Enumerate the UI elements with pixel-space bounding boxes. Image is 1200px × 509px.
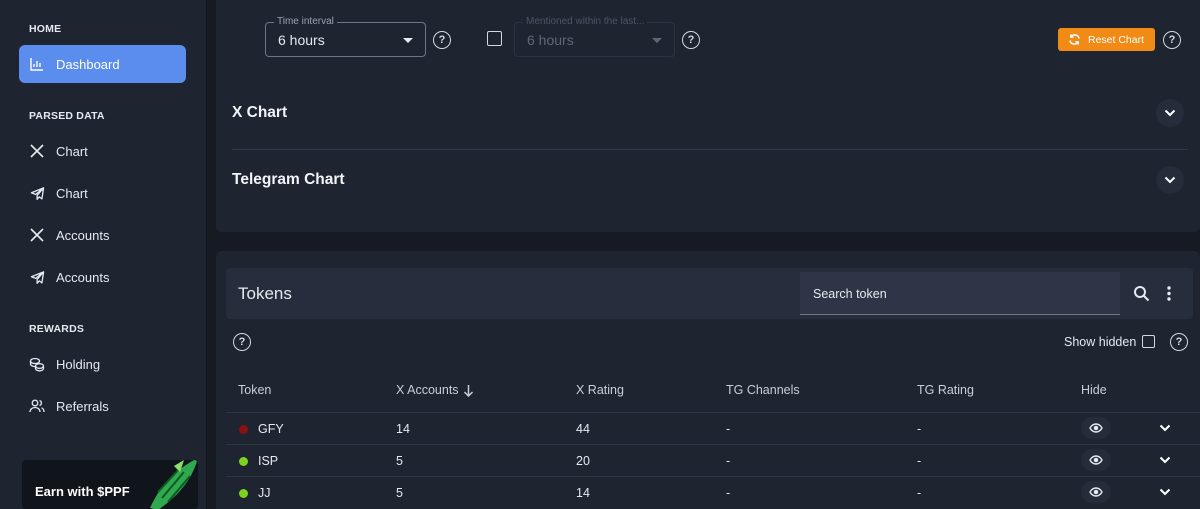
chevron-down-icon [1159,456,1171,464]
help-icon[interactable]: ? [433,31,451,49]
column-header-tg-channels[interactable]: TG Channels [726,383,800,397]
tg-rating-value: - [917,422,922,436]
x-rating-value: 20 [576,454,590,468]
tg-rating-value: - [917,454,922,468]
reset-chart-label: Reset Chart [1088,33,1145,46]
hide-toggle-button[interactable] [1081,449,1111,471]
rocket-icon [150,460,198,509]
status-dot [239,489,248,498]
caret-down-icon [652,38,662,43]
coins-icon [29,356,45,372]
mentioned-within-checkbox[interactable] [487,31,502,46]
sidebar-item-label: Chart [56,185,88,201]
chevron-down-icon [1164,109,1176,117]
show-hidden-checkbox[interactable] [1142,335,1155,348]
divider [232,149,1188,150]
x-logo-icon [29,143,45,159]
x-logo-icon [29,227,45,243]
hide-toggle-button[interactable] [1081,481,1111,503]
sidebar-item-telegram-chart[interactable]: Chart [19,174,186,212]
x-chart-expand-button[interactable] [1156,99,1184,127]
eye-icon [1089,455,1103,465]
token-symbol: GFY [258,422,284,436]
caret-down-icon [403,38,413,43]
time-interval-value: 6 hours [278,32,325,48]
telegram-icon [29,185,45,201]
chevron-down-icon [1164,176,1176,184]
x-accounts-value: 14 [396,422,410,436]
promo-banner[interactable]: Earn with $PPF [22,460,198,509]
sidebar-item-label: Accounts [56,227,110,243]
help-icon[interactable]: ? [1170,333,1188,351]
search-token-placeholder: Search token [813,287,887,301]
sidebar-item-label: Chart [56,143,88,159]
column-header-x-rating[interactable]: X Rating [576,383,624,397]
column-header-token[interactable]: Token [238,383,271,397]
row-expand-button[interactable] [1152,417,1178,439]
x-rating-value: 14 [576,486,590,500]
sidebar-item-holding[interactable]: Holding [19,345,186,383]
sidebar-item-x-chart[interactable]: Chart [19,132,186,170]
sidebar-item-label: Referrals [56,398,109,414]
mentioned-within-legend: Mentioned within the last... [523,16,648,27]
users-icon [29,398,45,414]
tokens-help-icon[interactable]: ? [233,333,251,351]
row-expand-button[interactable] [1152,481,1178,503]
chevron-down-icon [1159,488,1171,496]
status-dot [239,457,248,466]
refresh-icon [1068,33,1081,46]
search-icon[interactable] [1133,285,1150,307]
help-icon[interactable]: ? [1163,31,1181,49]
sidebar-item-x-accounts[interactable]: Accounts [19,216,186,254]
sidebar-item-label: Dashboard [56,56,120,72]
token-symbol: ISP [258,454,279,468]
time-interval-select[interactable]: Time interval 6 hours [265,16,426,57]
tg-channels-value: - [726,454,731,468]
sidebar-item-label: Holding [56,356,101,372]
telegram-chart-title[interactable]: Telegram Chart [232,171,345,189]
sidebar-section-parsed-data: PARSED DATA [29,110,105,122]
sidebar-item-dashboard[interactable]: Dashboard [19,45,186,83]
telegram-icon [29,269,45,285]
token-symbol: JJ [258,486,271,500]
telegram-chart-expand-button[interactable] [1156,166,1184,194]
chart-icon [29,56,45,72]
app-root: HOME Dashboard PARSED DATA Chart Chart A… [0,0,1200,509]
column-header-tg-rating[interactable]: TG Rating [917,383,974,397]
x-chart-title[interactable]: X Chart [232,104,287,122]
mentioned-within-value: 6 hours [527,32,574,48]
tg-channels-value: - [726,486,731,500]
sidebar-section-home: HOME [29,23,62,35]
divider [226,412,1200,413]
show-hidden-label: Show hidden [1064,335,1137,349]
sidebar-item-label: Accounts [56,269,110,285]
x-accounts-value: 5 [396,454,403,468]
sidebar: HOME Dashboard PARSED DATA Chart Chart A… [0,0,207,509]
more-vertical-icon[interactable] [1163,285,1175,307]
eye-icon [1089,423,1103,433]
x-accounts-value: 5 [396,486,403,500]
row-expand-button[interactable] [1152,449,1178,471]
divider [226,476,1200,477]
hide-toggle-button[interactable] [1081,417,1111,439]
eye-icon [1089,487,1103,497]
sidebar-item-telegram-accounts[interactable]: Accounts [19,258,186,296]
tg-rating-value: - [917,486,922,500]
column-header-x-accounts[interactable]: X Accounts [396,383,474,397]
chevron-down-icon [1159,424,1171,432]
status-dot [239,425,248,434]
sidebar-item-referrals[interactable]: Referrals [19,387,186,425]
x-rating-value: 44 [576,422,590,436]
tokens-title: Tokens [238,284,292,303]
time-interval-legend: Time interval [274,16,337,27]
mentioned-within-select[interactable]: Mentioned within the last... 6 hours [514,16,675,57]
tg-channels-value: - [726,422,731,436]
sort-arrow-down-icon [463,384,473,397]
help-icon[interactable]: ? [682,31,700,49]
promo-text: Earn with $PPF [35,484,130,499]
reset-chart-button[interactable]: Reset Chart [1058,28,1155,51]
column-header-hide: Hide [1081,383,1107,397]
divider [226,444,1200,445]
sidebar-section-rewards: REWARDS [29,323,85,335]
